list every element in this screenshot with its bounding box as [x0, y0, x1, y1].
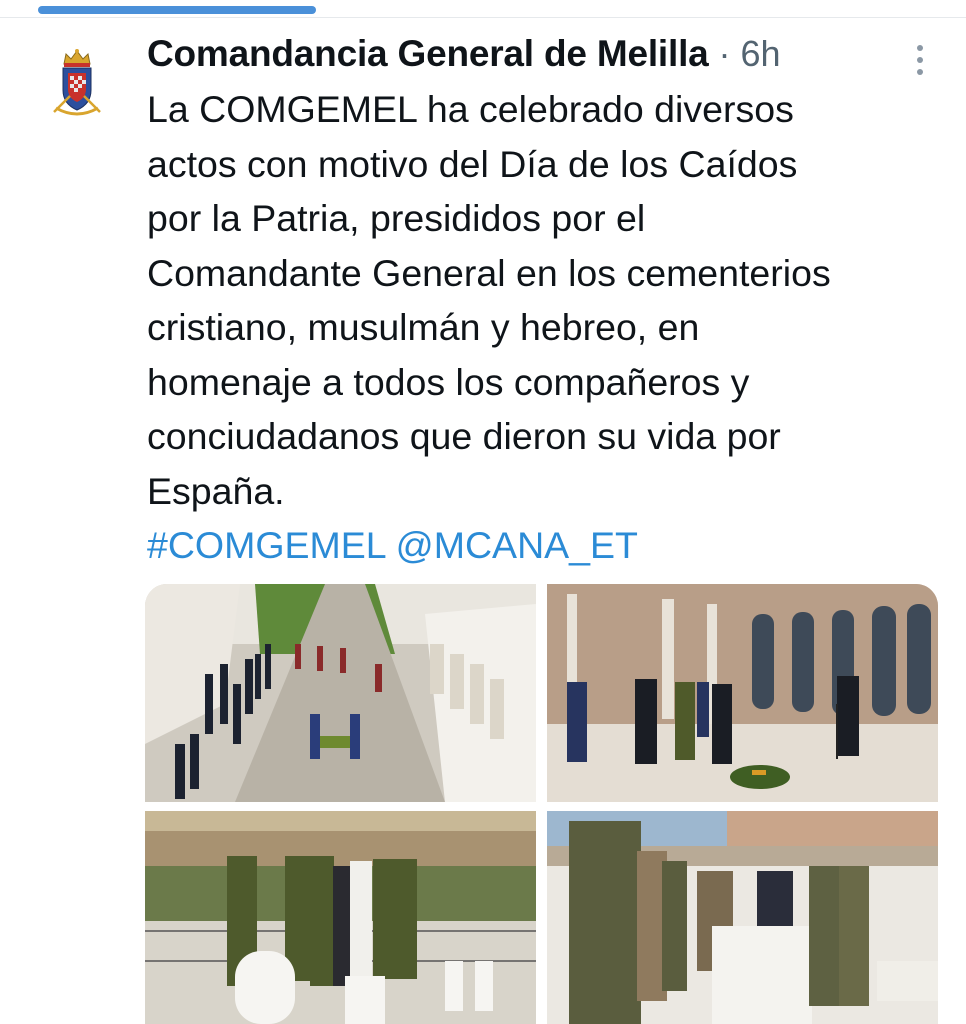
tweet-text-line: Comandante General en los cementerios	[147, 251, 831, 294]
author-name[interactable]: Comandancia General de Melilla	[147, 33, 709, 75]
photo-cemetery-procession[interactable]	[145, 584, 536, 802]
tweet-text-line: cristiano, musulmán y hebreo, en	[147, 306, 700, 348]
tweet-text-line: España.	[147, 469, 285, 512]
tweet-text-line: homenaje a todos los compañeros y	[147, 360, 750, 403]
more-dot	[917, 69, 923, 75]
more-vertical-icon	[917, 45, 923, 51]
tweet-header: Comandancia General de Melilla · 6h	[147, 33, 906, 81]
avatar[interactable]	[48, 46, 106, 120]
media-grid	[145, 584, 938, 1024]
loading-progress-bar	[38, 6, 316, 14]
coat-of-arms-icon	[53, 49, 101, 116]
more-dot	[917, 57, 923, 63]
more-options-button[interactable]	[914, 45, 926, 75]
tweet-body: La COMGEMEL ha celebrado diversos actos …	[147, 82, 937, 573]
divider	[0, 17, 966, 18]
tweet-text-line: conciudadanos que dieron su vida por	[147, 415, 781, 457]
tweet-text-line: por la Patria, presididos por el	[147, 197, 646, 239]
hashtag-link[interactable]: #COMGEMEL	[147, 524, 385, 566]
mention-link[interactable]: @MCANA_ET	[396, 524, 638, 566]
timestamp[interactable]: · 6h	[719, 33, 781, 75]
tweet-text-line: actos con motivo del Día de los Caídos	[147, 142, 798, 185]
photo-memorial-hall[interactable]	[547, 584, 938, 802]
tweet-text-line: La COMGEMEL ha celebrado diversos	[147, 88, 794, 130]
photo-muslim-cemetery[interactable]	[145, 811, 536, 1024]
tweet-tags: #COMGEMEL @MCANA_ET	[147, 518, 937, 573]
photo-jewish-cemetery[interactable]	[547, 811, 938, 1024]
